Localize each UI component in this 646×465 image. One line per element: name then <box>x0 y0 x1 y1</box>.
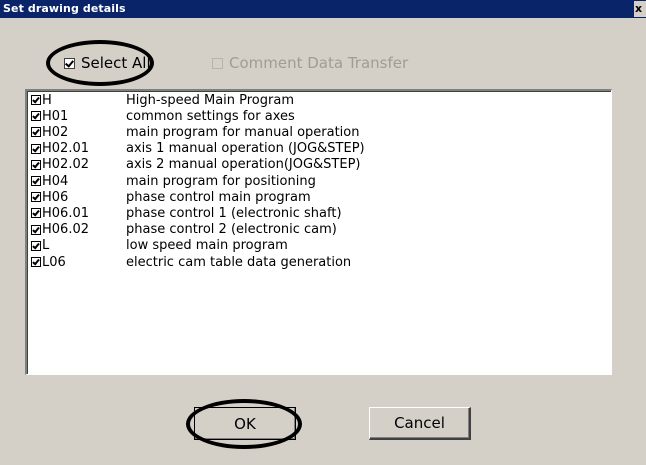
program-code: H <box>42 92 52 108</box>
item-checkbox-icon[interactable] <box>31 192 41 203</box>
item-checkbox-icon[interactable] <box>31 159 41 170</box>
list-item[interactable]: H06.01 phase control 1 (electronic shaft) <box>31 205 342 221</box>
item-checkbox-icon[interactable] <box>31 176 41 186</box>
item-checkbox-icon[interactable] <box>31 127 41 138</box>
program-description: main program for manual operation <box>126 124 360 140</box>
set-drawing-details-dialog: Set drawing details x Select All Comment… <box>0 0 646 465</box>
list-item[interactable]: H02.02 axis 2 manual operation(JOG&STEP) <box>31 157 360 173</box>
list-item[interactable]: H06 phase control main program <box>31 189 311 205</box>
program-code: H06.02 <box>42 222 89 238</box>
item-checkbox-icon[interactable] <box>31 208 41 219</box>
program-code: H01 <box>42 108 69 124</box>
close-button[interactable]: x <box>634 1 646 17</box>
program-description: low speed main program <box>126 238 288 254</box>
program-description: common settings for axes <box>126 108 295 124</box>
cancel-label: Cancel <box>394 414 445 432</box>
program-description: axis 1 manual operation (JOG&STEP) <box>126 141 365 157</box>
program-description: electric cam table data generation <box>126 254 352 270</box>
list-item[interactable]: H01 common settings for axes <box>31 108 295 124</box>
program-description: phase control main program <box>126 189 311 205</box>
list-item[interactable]: H02 main program for manual operation <box>31 124 359 140</box>
checkbox-disabled-icon <box>212 57 223 69</box>
program-code: H02 <box>42 124 69 140</box>
ok-label: OK <box>234 414 256 433</box>
ok-button[interactable]: OK <box>194 407 296 440</box>
select-all-label: Select All <box>81 54 151 72</box>
program-description: High-speed Main Program <box>126 92 294 108</box>
list-item[interactable]: H02.01 axis 1 manual operation (JOG&STEP) <box>31 141 365 157</box>
item-checkbox-icon[interactable] <box>31 143 41 154</box>
program-code: H02.01 <box>42 141 89 157</box>
window-title: Set drawing details <box>3 2 126 15</box>
program-code: H04 <box>42 173 69 189</box>
select-all-checkbox[interactable]: Select All <box>64 54 151 72</box>
item-checkbox-icon[interactable] <box>31 95 41 105</box>
list-item[interactable]: L06 electric cam table data generation <box>31 254 351 270</box>
list-item[interactable]: H High-speed Main Program <box>31 92 294 108</box>
program-description: phase control 1 (electronic shaft) <box>126 205 342 221</box>
list-item[interactable]: H06.02 phase control 2 (electronic cam) <box>31 222 337 238</box>
checkbox-checked-icon[interactable] <box>64 57 75 69</box>
program-description: main program for positioning <box>126 173 316 189</box>
program-code: H06.01 <box>42 205 89 221</box>
item-checkbox-icon[interactable] <box>31 111 41 122</box>
list-item[interactable]: H04 main program for positioning <box>31 173 316 189</box>
title-bar[interactable]: Set drawing details x <box>0 0 646 18</box>
program-description: axis 2 manual operation(JOG&STEP) <box>126 157 361 173</box>
program-checklist[interactable]: H High-speed Main Program H01 common settin… <box>25 89 612 375</box>
program-code: H06 <box>42 189 69 205</box>
item-checkbox-icon[interactable] <box>31 240 41 251</box>
program-code: L <box>42 238 50 254</box>
item-checkbox-icon[interactable] <box>31 257 41 267</box>
program-code: H02.02 <box>42 157 89 173</box>
comment-data-transfer-label: Comment Data Transfer <box>229 54 409 72</box>
comment-data-transfer-checkbox: Comment Data Transfer <box>212 54 408 72</box>
item-checkbox-icon[interactable] <box>31 224 41 235</box>
program-description: phase control 2 (electronic cam) <box>126 222 337 238</box>
list-item[interactable]: Llow speed main program <box>31 238 288 254</box>
cancel-button[interactable]: Cancel <box>369 407 471 440</box>
program-code: L06 <box>42 254 66 270</box>
